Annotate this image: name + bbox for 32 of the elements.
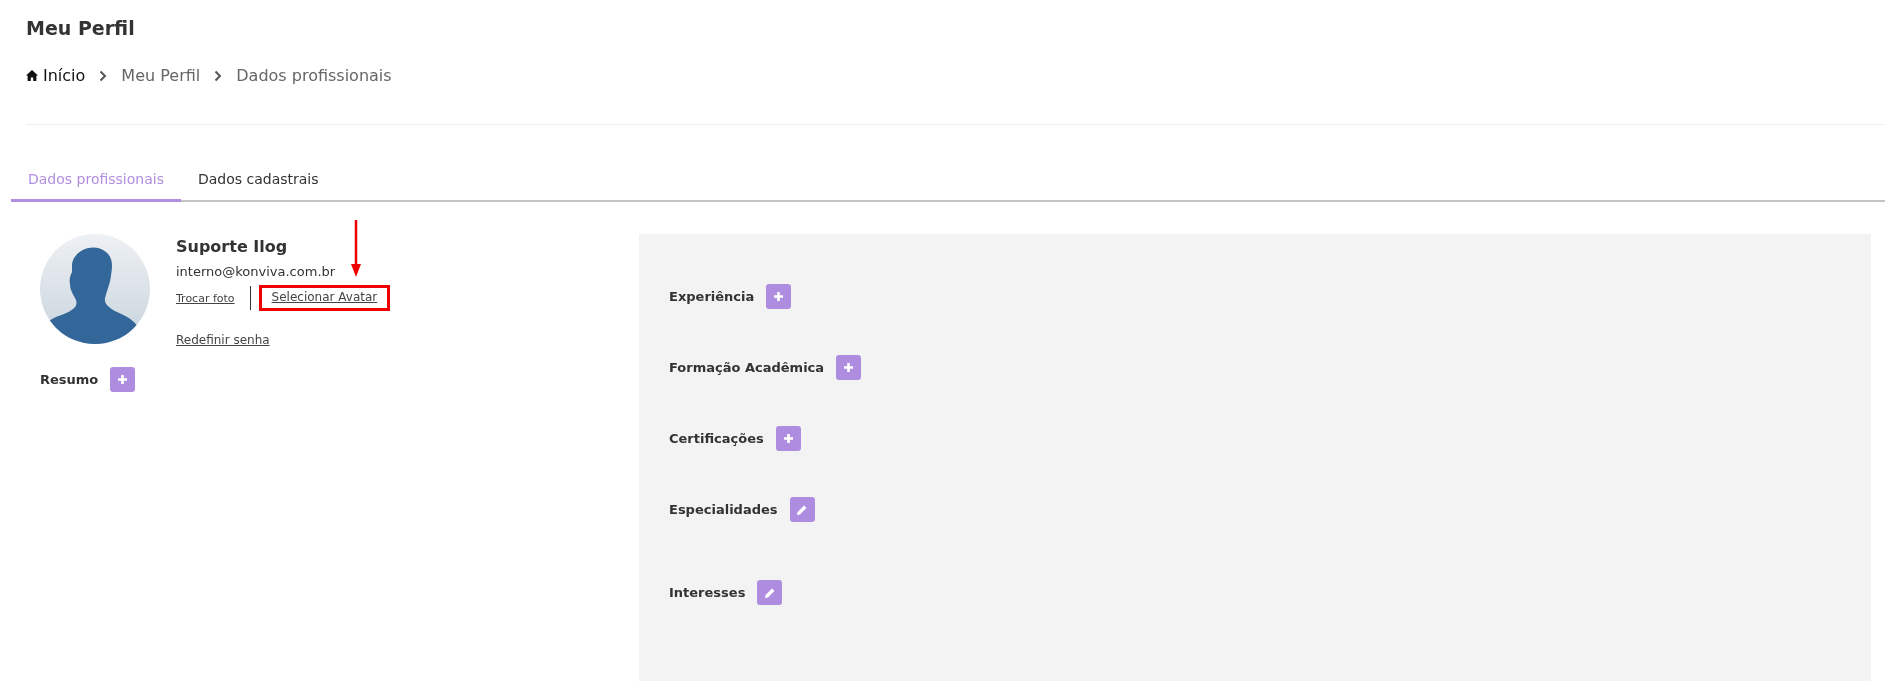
add-button[interactable] bbox=[775, 426, 801, 451]
user-email: interno@konviva.com.br bbox=[176, 264, 337, 279]
chevron-right-icon bbox=[214, 69, 223, 82]
tab[interactable]: Dados cadastrais bbox=[180, 171, 336, 202]
breadcrumb-label: Início bbox=[43, 66, 86, 85]
plus-icon bbox=[117, 374, 129, 385]
section-label: Especialidades bbox=[669, 502, 778, 517]
plus-icon bbox=[773, 291, 785, 302]
user-name: Suporte Ilog bbox=[176, 237, 289, 256]
breadcrumb-current: Dados profissionais bbox=[236, 66, 392, 85]
breadcrumb-link[interactable]: Início bbox=[26, 66, 86, 85]
plus-icon bbox=[782, 433, 794, 444]
section-label: Interesses bbox=[669, 585, 746, 600]
section-label: Certificações bbox=[669, 431, 764, 446]
edit-button[interactable] bbox=[789, 497, 815, 522]
add-button[interactable] bbox=[836, 355, 862, 380]
section-label: Formação Acadêmica bbox=[669, 360, 825, 375]
section-label: Experiência bbox=[669, 289, 755, 304]
pencil-icon bbox=[796, 503, 809, 516]
home-icon bbox=[26, 70, 38, 81]
breadcrumb-link[interactable]: Meu Perfil bbox=[121, 66, 201, 85]
reset-password-link[interactable]: Redefinir senha bbox=[176, 333, 270, 347]
edit-button[interactable] bbox=[757, 580, 783, 605]
chevron-right-icon bbox=[99, 69, 108, 82]
pencil-icon bbox=[763, 586, 776, 599]
add-button[interactable] bbox=[110, 367, 136, 392]
change-photo-link[interactable]: Trocar foto bbox=[176, 291, 235, 305]
section-label: Resumo bbox=[40, 372, 99, 387]
plus-icon bbox=[843, 362, 855, 373]
page-title: Meu Perfil bbox=[26, 16, 136, 40]
annotation-arrow bbox=[349, 220, 362, 278]
add-button[interactable] bbox=[766, 284, 792, 309]
